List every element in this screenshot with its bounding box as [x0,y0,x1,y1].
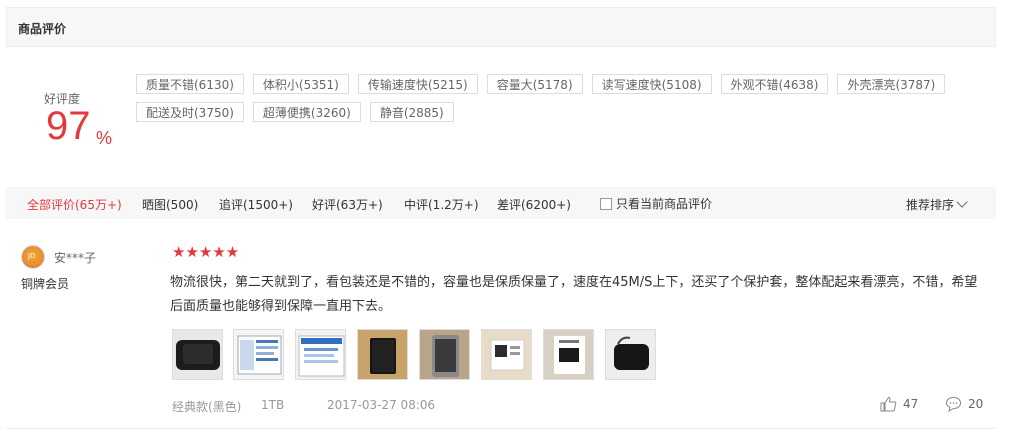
tag-item[interactable]: 配送及时(3750) [136,102,244,122]
tag-item[interactable]: 质量不错(6130) [136,74,244,94]
tag-item[interactable]: 容量大(5178) [486,74,583,94]
section-title: 商品评价 [18,22,67,36]
review-image[interactable] [295,329,346,380]
divider [6,428,996,429]
thumbs-up-icon [880,396,897,412]
reply-count: 20 [968,397,984,411]
avatar [21,245,45,269]
tag-item[interactable]: 超薄便携(3260) [252,102,361,122]
checkbox[interactable] [600,197,612,210]
only-current-label: 只看当前商品评价 [616,197,713,211]
filter-good[interactable]: 好评(63万+) [312,196,383,213]
section-header: 商品评价 [6,7,996,47]
tag-item[interactable]: 读写速度快(5108) [591,74,712,94]
filter-bar: 全部评价(65万+) 晒图(500) 追评(1500+) 好评(63万+) 中评… [6,187,996,219]
review-image[interactable] [172,329,223,380]
tag-item[interactable]: 静音(2885) [369,102,454,122]
review-image[interactable] [357,329,408,380]
star-rating: ★★★★★ [172,243,240,261]
sort-label: 推荐排序 [906,198,955,212]
review-image[interactable] [605,329,656,380]
filter-all[interactable]: 全部评价(65万+) [27,196,122,213]
rating-value: 97 [46,104,91,148]
review-date: 2017-03-27 08:06 [327,398,436,412]
reply-button[interactable]: 20 [945,396,983,412]
sort-dropdown[interactable]: 推荐排序 [906,196,968,213]
only-current-toggle[interactable]: 只看当前商品评价 [600,195,712,212]
like-button[interactable]: 47 [880,396,918,412]
capacity-label: 1TB [261,398,285,412]
username: 安***子 [54,251,97,265]
tag-item[interactable]: 外壳漂亮(3787) [837,74,946,94]
variant-label: 经典款(黑色) [172,400,242,414]
like-count: 47 [903,397,919,411]
filter-pics[interactable]: 晒图(500) [142,196,198,213]
member-level: 铜牌会员 [21,277,70,291]
comment-icon [945,396,962,412]
chevron-down-icon [956,196,968,208]
filter-followup[interactable]: 追评(1500+) [219,196,293,213]
review-image[interactable] [233,329,284,380]
tag-item[interactable]: 外观不错(4638) [720,74,829,94]
review-image[interactable] [419,329,470,380]
review-image[interactable] [481,329,532,380]
tag-list: 质量不错(6130) 体积小(5351) 传输速度快(5215) 容量大(5178) 读… [136,74,956,130]
review-text: 物流很快，第二天就到了，看包装还是不错的，容量也是保质保量了，速度在45M/S上… [170,275,978,314]
tag-item[interactable]: 传输速度快(5215) [357,74,478,94]
rating-unit: % [96,128,113,148]
tag-item[interactable]: 体积小(5351) [252,74,349,94]
filter-medium[interactable]: 中评(1.2万+) [404,196,479,213]
review-image[interactable] [543,329,594,380]
filter-bad[interactable]: 差评(6200+) [497,196,571,213]
